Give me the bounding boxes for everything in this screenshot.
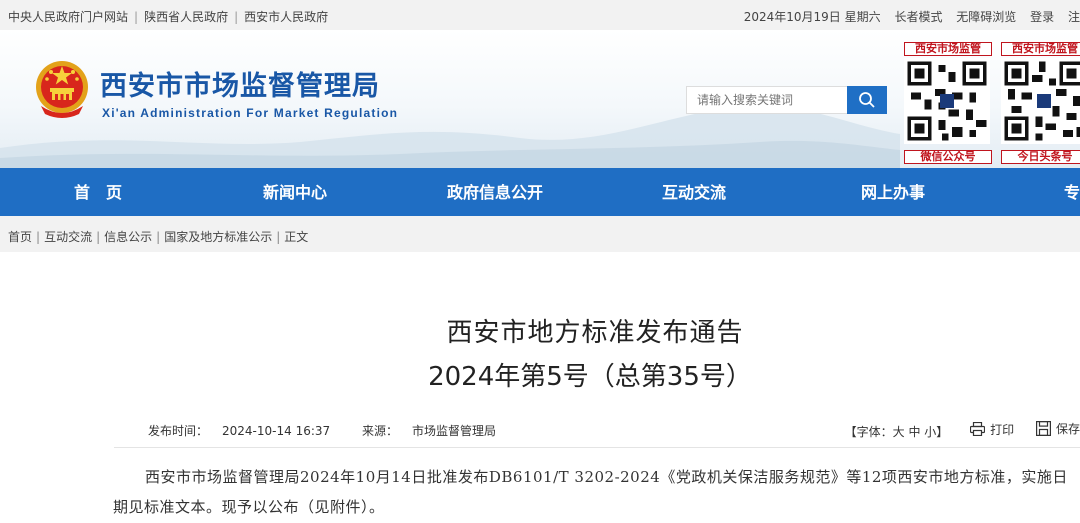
accessibility-link[interactable]: 无障碍浏览 bbox=[956, 10, 1016, 24]
nav-item-special[interactable]: 专 bbox=[994, 168, 1080, 216]
qr-toutiao-label: 西安市场监管 bbox=[1001, 42, 1080, 56]
font-size-close: 】 bbox=[936, 425, 949, 439]
separator: | bbox=[96, 230, 101, 244]
breadcrumb-home[interactable]: 首页 bbox=[8, 230, 32, 244]
search-button[interactable] bbox=[847, 86, 887, 114]
qr-toutiao-caption: 今日头条号 bbox=[1001, 150, 1080, 164]
publish-time-value: 2024-10-14 16:37 bbox=[222, 424, 331, 438]
font-medium-button[interactable]: 中 bbox=[908, 425, 920, 439]
qr-wechat-caption: 微信公众号 bbox=[904, 150, 992, 164]
article-title-number: 2024年第5号（总第35号） bbox=[428, 362, 752, 392]
print-button[interactable]: 打印 bbox=[970, 421, 1014, 438]
login-link[interactable]: 登录 bbox=[1030, 10, 1054, 24]
separator: | bbox=[276, 230, 281, 244]
article-meta: 发布时间： 2024-10-14 16:37 来源： 市场监督管理局 bbox=[148, 422, 524, 439]
qr-code-icon bbox=[1001, 58, 1080, 144]
article-body: 西安市市场监督管理局2024年10月14日批准发布DB6101/T 3202-2… bbox=[113, 468, 1068, 516]
site-title[interactable]: 西安市市场监督管理局 bbox=[100, 64, 380, 103]
nav-item-gov-info[interactable]: 政府信息公开 bbox=[394, 168, 596, 216]
separator: | bbox=[234, 10, 239, 24]
nav-item-news[interactable]: 新闻中心 bbox=[196, 168, 394, 216]
article-tools: 【字体：大 中 小】 打印 保存 bbox=[845, 420, 1080, 440]
print-label: 打印 bbox=[990, 422, 1015, 437]
search-box bbox=[686, 86, 887, 114]
site-subtitle: Xi'an Administration For Market Regulati… bbox=[102, 106, 399, 120]
source-value: 市场监督管理局 bbox=[412, 424, 497, 438]
link-central-gov[interactable]: 中央人民政府门户网站 bbox=[8, 10, 128, 24]
save-icon bbox=[1035, 421, 1051, 436]
article-title: 西安市地方标准发布通告 bbox=[446, 318, 744, 348]
search-icon bbox=[859, 92, 875, 108]
national-emblem-icon bbox=[36, 61, 88, 118]
separator: | bbox=[134, 10, 139, 24]
breadcrumb-interaction[interactable]: 互动交流 bbox=[44, 230, 92, 244]
related-sites: 中央人民政府门户网站 | 陕西省人民政府 | 西安市人民政府 bbox=[8, 8, 328, 25]
separator: | bbox=[156, 230, 161, 244]
breadcrumb: 首页 | 互动交流 | 信息公示 | 国家及地方标准公示 | 正文 bbox=[0, 216, 1080, 252]
save-label: 保存 bbox=[1055, 422, 1080, 436]
breadcrumb-info-notice[interactable]: 信息公示 bbox=[104, 230, 152, 244]
font-large-button[interactable]: 大 bbox=[893, 425, 905, 439]
link-xian-gov[interactable]: 西安市人民政府 bbox=[244, 10, 328, 24]
search-input[interactable] bbox=[686, 86, 854, 114]
breadcrumb-current: 正文 bbox=[284, 230, 309, 244]
qr-wechat[interactable]: 西安市场监管 微信公众号 bbox=[904, 42, 992, 164]
breadcrumb-standards[interactable]: 国家及地方标准公示 bbox=[164, 230, 272, 244]
printer-icon bbox=[970, 422, 986, 436]
separator: | bbox=[36, 230, 41, 244]
nav-item-online-service[interactable]: 网上办事 bbox=[792, 168, 994, 216]
top-right-tools: 2024年10月19日 星期六 长者模式 无障碍浏览 登录 注 bbox=[734, 8, 1080, 25]
font-size-label: 【字体： bbox=[844, 425, 893, 439]
nav-item-interaction[interactable]: 互动交流 bbox=[596, 168, 792, 216]
font-size-control: 【字体：大 中 小】 bbox=[845, 425, 949, 439]
qr-toutiao[interactable]: 西安市场监管 今日头条号 bbox=[1001, 42, 1080, 164]
publish-time-label: 发布时间： bbox=[148, 424, 209, 438]
meta-divider bbox=[114, 447, 1080, 448]
publish-time: 发布时间： 2024-10-14 16:37 bbox=[148, 424, 344, 438]
font-small-button[interactable]: 小 bbox=[924, 425, 936, 439]
qr-code-icon bbox=[904, 58, 990, 144]
register-link[interactable]: 注 bbox=[1068, 10, 1080, 24]
senior-mode-link[interactable]: 长者模式 bbox=[894, 10, 942, 24]
site-header: 西安市市场监督管理局 Xi'an Administration For Mark… bbox=[0, 30, 1080, 168]
source: 来源： 市场监督管理局 bbox=[362, 424, 510, 438]
source-label: 来源： bbox=[361, 424, 398, 438]
link-shaanxi-gov[interactable]: 陕西省人民政府 bbox=[144, 10, 228, 24]
main-nav: 首 页 新闻中心 政府信息公开 互动交流 网上办事 专 bbox=[0, 168, 1080, 216]
top-utility-bar: 中央人民政府门户网站 | 陕西省人民政府 | 西安市人民政府 2024年10月19日 星… bbox=[0, 0, 1080, 30]
nav-item-home[interactable]: 首 页 bbox=[0, 168, 196, 216]
current-date: 2024年10月19日 星期六 bbox=[743, 10, 881, 24]
save-button[interactable]: 保存 bbox=[1035, 420, 1080, 437]
qr-wechat-label: 西安市场监管 bbox=[904, 42, 992, 56]
